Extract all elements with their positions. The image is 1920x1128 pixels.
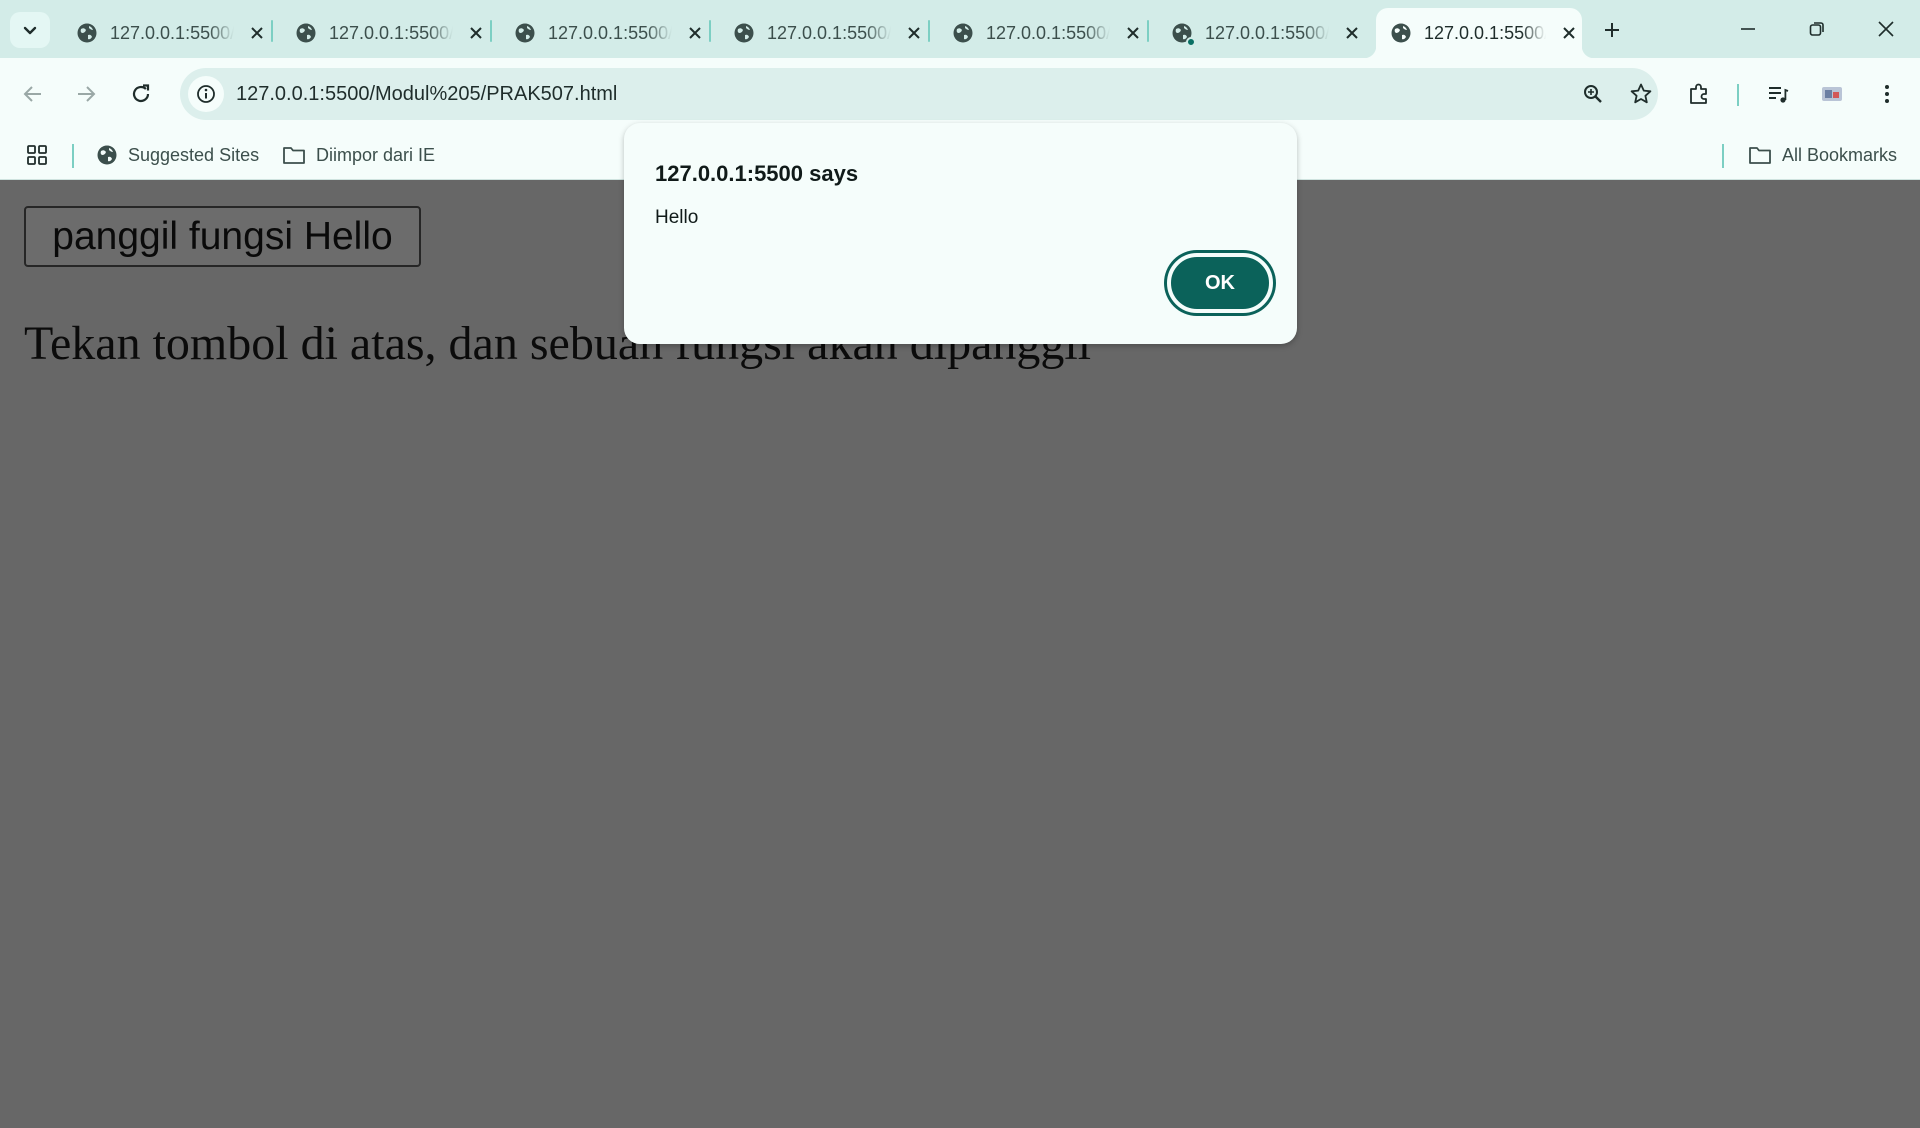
all-bookmarks-button[interactable]: All Bookmarks <box>1748 138 1897 172</box>
tab-close-button[interactable] <box>901 20 927 46</box>
minimize-button[interactable] <box>1713 0 1783 58</box>
tab[interactable]: 127.0.0.1:5500/Modul%205/PRAK505.html <box>938 8 1150 58</box>
tab-title: 127.0.0.1:5500/Modul%205/PRAK505.html <box>986 22 1110 43</box>
site-info-button[interactable] <box>188 76 224 112</box>
dialog-message: Hello <box>655 207 699 228</box>
tab-separator <box>271 20 273 42</box>
url-text[interactable]: 127.0.0.1:5500/Modul%205/PRAK507.html <box>236 83 617 106</box>
forward-button[interactable] <box>66 74 106 114</box>
bookmark-separator <box>72 144 74 168</box>
close-icon <box>1878 21 1894 37</box>
globe-icon <box>514 22 536 44</box>
tab-close-button[interactable] <box>463 20 489 46</box>
folder-icon <box>1749 147 1771 164</box>
tab-close-button[interactable] <box>1556 20 1582 46</box>
arrow-right-icon <box>78 86 96 102</box>
back-button[interactable] <box>13 74 53 114</box>
playlist-music-icon <box>1769 87 1789 103</box>
globe-icon <box>76 22 98 44</box>
tab[interactable]: 127.0.0.1:5500/Modul%205/PRAK506.html <box>1157 8 1369 58</box>
address-bar[interactable]: 127.0.0.1:5500/Modul%205/PRAK507.html <box>180 68 1658 120</box>
reload-button[interactable] <box>121 74 161 114</box>
bookmark-label: Suggested Sites <box>128 144 260 165</box>
puzzle-icon <box>1690 83 1707 104</box>
globe-icon <box>952 22 974 44</box>
new-tab-button[interactable] <box>1594 12 1630 48</box>
info-icon <box>197 85 215 103</box>
close-icon <box>908 27 920 39</box>
tab[interactable]: 127.0.0.1:5500/Modul%205/PRAK501.html <box>62 8 274 58</box>
close-window-button[interactable] <box>1851 0 1920 58</box>
globe-icon <box>1390 22 1412 44</box>
tab-separator <box>928 20 930 42</box>
star-icon <box>1630 83 1652 104</box>
toolbar-separator <box>1737 84 1739 106</box>
tab-title: 127.0.0.1:5500/Modul%205/PRAK504.html <box>767 22 891 43</box>
browser-toolbar: 127.0.0.1:5500/Modul%205/PRAK507.html <box>0 58 1920 130</box>
zoom-button[interactable] <box>1575 76 1611 112</box>
reload-icon <box>132 84 150 103</box>
tab-separator <box>1147 20 1149 42</box>
bookmark-suggested-sites[interactable]: Suggested Sites <box>96 138 259 172</box>
tab-activity-indicator <box>1186 37 1196 47</box>
globe-icon <box>97 145 117 165</box>
profile-button[interactable] <box>1812 74 1852 114</box>
plus-icon <box>1605 23 1619 37</box>
tab-search-button[interactable] <box>10 12 50 48</box>
bookmark-star-button[interactable] <box>1623 76 1659 112</box>
tab-close-button[interactable] <box>682 20 708 46</box>
apps-button[interactable] <box>26 138 58 172</box>
bookmark-folder-diimpor[interactable]: Diimpor dari IE <box>282 138 435 172</box>
dialog-title: 127.0.0.1:5500 says <box>655 161 859 186</box>
bookmark-label: Diimpor dari IE <box>316 144 436 165</box>
close-icon <box>251 27 263 39</box>
close-icon <box>689 27 701 39</box>
minimize-icon <box>1741 28 1755 30</box>
tab-title: 127.0.0.1:5500/Modul%205/PRAK506.html <box>1205 22 1329 43</box>
call-hello-button[interactable]: panggil fungsi Hello <box>24 206 421 267</box>
tab-close-button[interactable] <box>244 20 270 46</box>
tab-title: 127.0.0.1:5500/Modul%205/PRAK503.html <box>548 22 672 43</box>
tab-title: 127.0.0.1:5500/Modul%205/PRAK507.html <box>1424 22 1546 43</box>
more-vertical-icon <box>1885 85 1889 103</box>
close-icon <box>1563 27 1575 39</box>
zoom-icon <box>1584 85 1602 103</box>
tab-title: 127.0.0.1:5500/Modul%205/PRAK502.html <box>329 22 453 43</box>
close-icon <box>1346 27 1358 39</box>
apps-grid-icon <box>27 145 47 165</box>
chrome-menu-button[interactable] <box>1867 74 1907 114</box>
extensions-button[interactable] <box>1679 74 1719 114</box>
close-icon <box>470 27 482 39</box>
tab[interactable]: 127.0.0.1:5500/Modul%205/PRAK503.html <box>500 8 712 58</box>
tab-active[interactable]: 127.0.0.1:5500/Modul%205/PRAK507.html <box>1364 8 1594 58</box>
restore-button[interactable] <box>1782 0 1852 58</box>
tab-close-button[interactable] <box>1120 20 1146 46</box>
all-bookmarks-label: All Bookmarks <box>1782 144 1898 165</box>
tab[interactable]: 127.0.0.1:5500/Modul%205/PRAK502.html <box>281 8 493 58</box>
alert-dialog: 127.0.0.1:5500 says Hello OK <box>624 123 1297 344</box>
ok-button[interactable]: OK <box>1167 253 1273 313</box>
tab-separator <box>490 20 492 42</box>
close-icon <box>1127 27 1139 39</box>
globe-icon <box>733 22 755 44</box>
avatar-icon <box>1822 87 1842 101</box>
globe-icon <box>295 22 317 44</box>
media-controls-button[interactable] <box>1758 74 1798 114</box>
bookmark-separator <box>1722 144 1724 168</box>
chevron-down-icon <box>23 26 37 35</box>
folder-icon <box>283 147 305 164</box>
tab-title: 127.0.0.1:5500/Modul%205/PRAK501.html <box>110 22 234 43</box>
arrow-left-icon <box>23 86 41 102</box>
tab-strip: 127.0.0.1:5500/Modul%205/PRAK501.html 127… <box>0 0 1920 58</box>
tab-close-button[interactable] <box>1339 20 1365 46</box>
globe-icon <box>1171 22 1196 47</box>
tab[interactable]: 127.0.0.1:5500/Modul%205/PRAK504.html <box>719 8 931 58</box>
tab-separator <box>709 20 711 42</box>
restore-icon <box>1809 22 1824 36</box>
